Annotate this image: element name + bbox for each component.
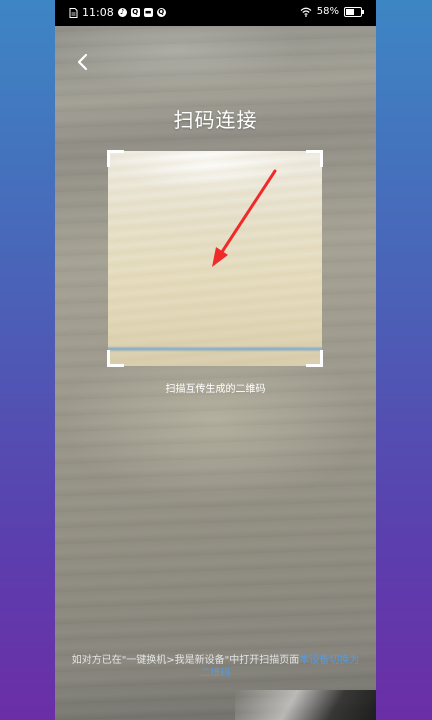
annotation-arrow-icon (212, 169, 277, 267)
battery-icon (344, 6, 364, 17)
search-app-icon: Q (130, 8, 140, 17)
file-icon (69, 7, 78, 18)
wifi-icon (300, 7, 312, 17)
status-right: 58% (300, 6, 364, 17)
back-button[interactable] (71, 50, 95, 74)
bottom-tip: 如对方已在"一键换机>我是新设备"中打开扫描页面本设备切换为二维码 (69, 654, 362, 680)
qq-app-icon: Q (156, 8, 166, 17)
bottom-tip-text: 如对方已在"一键换机>我是新设备"中打开扫描页面 (71, 655, 300, 666)
phone-screen: 11:08 ♪ Q ▬ Q 58% 扫码连接 扫描互传生成的二维码 如对方已在"… (55, 0, 376, 720)
message-app-icon: ▬ (143, 8, 153, 17)
camera-background-object (235, 690, 376, 720)
status-time: 11:08 (82, 6, 114, 19)
status-bar: 11:08 ♪ Q ▬ Q 58% (55, 0, 376, 26)
battery-percent: 58% (316, 6, 339, 17)
page-title: 扫码连接 (173, 108, 258, 132)
chevron-left-icon (77, 53, 88, 71)
right-background (376, 0, 432, 720)
music-app-icon: ♪ (117, 8, 127, 17)
status-left: 11:08 ♪ Q ▬ Q (69, 6, 166, 19)
scan-viewfinder (107, 150, 323, 367)
scan-hint: 扫描互传生成的二维码 (165, 384, 266, 395)
left-background (0, 0, 55, 720)
